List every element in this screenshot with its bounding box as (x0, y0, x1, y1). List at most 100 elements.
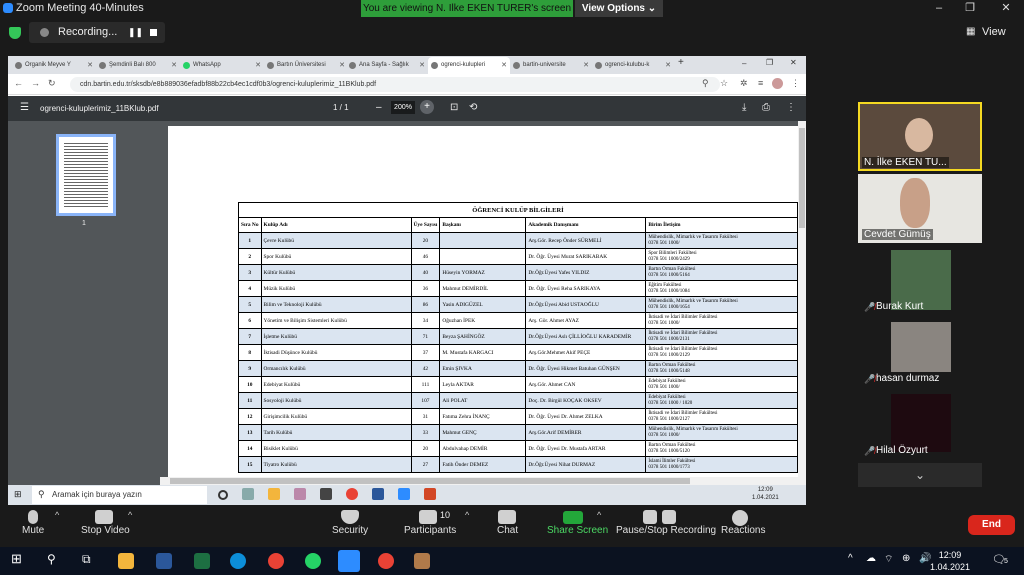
security-button[interactable]: Security (332, 525, 368, 536)
pdf-menu-icon[interactable]: ☰ (20, 102, 29, 113)
browser-tab[interactable]: Organik Meyve Y ✕ (12, 57, 96, 74)
pdf-page-indicator[interactable]: 1 / 1 (333, 103, 349, 112)
pause-stop-recording-button[interactable]: Pause/Stop Recording (616, 525, 716, 536)
language-icon[interactable]: ⊕ (902, 553, 910, 564)
close-button[interactable]: ✕ (992, 0, 1020, 17)
start-icon[interactable]: ⊞ (14, 489, 22, 500)
tab-close-icon[interactable]: ✕ (339, 57, 345, 74)
stop-icon[interactable] (662, 510, 676, 524)
rotate-icon[interactable]: ⟲ (469, 102, 477, 113)
file-explorer-icon[interactable] (118, 553, 134, 569)
whatsapp-icon[interactable] (305, 553, 321, 569)
browser-tab-active[interactable]: ogrenci-kulupleri ✕ (428, 57, 510, 74)
browser-tab[interactable]: Şemdinli Balı 800 ✕ (96, 57, 180, 74)
task-view-icon[interactable] (242, 488, 254, 500)
new-tab-button[interactable]: + (678, 57, 684, 68)
mute-button[interactable]: Mute (22, 525, 44, 536)
edge-icon[interactable] (230, 553, 246, 569)
browser-tab[interactable]: ogrenci-kulubu-k ✕ (592, 57, 674, 74)
pdf-more-icon[interactable]: ⋮ (786, 102, 796, 113)
stop-recording-icon[interactable] (150, 29, 157, 36)
cortana-icon[interactable] (218, 490, 228, 500)
share-options-caret-icon[interactable]: ^ (597, 510, 601, 520)
system-clock[interactable]: 12:09 1.04.2021 (930, 549, 970, 573)
zoom-app-icon[interactable] (398, 488, 410, 500)
word-icon[interactable] (372, 488, 384, 500)
app-icon[interactable] (294, 488, 306, 500)
participants-button[interactable]: Participants (404, 525, 456, 536)
tab-close-icon[interactable]: ✕ (583, 57, 589, 74)
browser-tab[interactable]: Bartın Üniversitesi ✕ (264, 57, 348, 74)
horizontal-scroll-thumb[interactable] (170, 478, 690, 484)
share-screen-button[interactable]: Share Screen (547, 525, 608, 536)
view-button[interactable]: View (982, 26, 1006, 38)
more-participants-button[interactable]: ⌄ (858, 463, 982, 487)
forward-icon[interactable]: → (31, 78, 40, 88)
end-meeting-button[interactable]: End (968, 515, 1015, 535)
store-icon[interactable] (320, 488, 332, 500)
calculator-icon[interactable] (194, 553, 210, 569)
stop-video-button[interactable]: Stop Video (81, 525, 130, 536)
reactions-button[interactable]: Reactions (721, 525, 765, 536)
word-icon[interactable] (156, 553, 172, 569)
browser-close-icon[interactable]: ✕ (790, 58, 797, 67)
taskbar-search[interactable]: Aramak için buraya yazın (32, 486, 207, 504)
zoom-lens-icon[interactable]: ⚲ (702, 78, 709, 89)
table-cell: M. Mustafa KARGACI (439, 344, 527, 361)
restore-button[interactable]: ❐ (956, 0, 984, 17)
browser-restore-icon[interactable]: ❐ (766, 58, 773, 67)
browser-minimize-icon[interactable]: – (742, 59, 746, 68)
tab-close-icon[interactable]: ✕ (419, 57, 425, 74)
taskbar-search-icon[interactable]: ⚲ (47, 552, 56, 566)
task-view-icon[interactable]: ⧉ (82, 552, 91, 567)
browser-tab[interactable]: bartin-universite ✕ (510, 57, 592, 74)
pdf-page-thumbnail[interactable] (56, 134, 116, 216)
back-icon[interactable]: ← (14, 78, 23, 88)
tab-close-icon[interactable]: ✕ (255, 57, 261, 74)
participants-options-caret-icon[interactable]: ^ (465, 510, 469, 520)
windows-start-icon[interactable]: ⊞ (11, 551, 22, 567)
mute-options-caret-icon[interactable]: ^ (55, 510, 59, 520)
zoom-in-icon[interactable]: + (420, 100, 434, 114)
chrome-icon[interactable] (346, 488, 358, 500)
vertical-scroll-thumb[interactable] (799, 128, 805, 228)
chrome-icon[interactable] (378, 553, 394, 569)
pause-recording-icon[interactable]: ❚❚ (128, 27, 143, 38)
reading-list-icon[interactable]: ≡ (758, 78, 763, 88)
tray-overflow-icon[interactable]: ^ (848, 553, 853, 564)
minimize-button[interactable]: – (925, 0, 953, 17)
browser-tab[interactable]: Ana Sayfa - Sağlık ✕ (346, 57, 428, 74)
print-icon[interactable]: ⎙ (762, 102, 770, 113)
tab-close-icon[interactable]: ✕ (665, 57, 671, 74)
microphone-icon[interactable] (28, 510, 38, 524)
tab-close-icon[interactable]: ✕ (501, 57, 507, 74)
bookmark-star-icon[interactable]: ☆ (720, 78, 728, 89)
app-icon[interactable] (414, 553, 430, 569)
pause-icon[interactable] (643, 510, 657, 524)
download-icon[interactable]: ⤓ (742, 102, 746, 113)
tab-close-icon[interactable]: ✕ (171, 57, 177, 74)
powerpoint-icon[interactable] (424, 488, 436, 500)
file-explorer-icon[interactable] (268, 488, 280, 500)
pdf-zoom-level[interactable]: 200% (391, 101, 415, 114)
zoom-out-icon[interactable]: – (376, 102, 382, 113)
fit-page-icon[interactable]: ⊡ (450, 102, 458, 113)
extension-icon[interactable]: ✲ (740, 78, 748, 89)
browser-menu-icon[interactable]: ⋮ (791, 78, 800, 89)
browser-tab[interactable]: WhatsApp ✕ (180, 57, 264, 74)
participants-icon[interactable] (419, 510, 437, 524)
chat-icon[interactable] (498, 510, 516, 524)
video-camera-icon[interactable] (95, 510, 113, 524)
chrome-icon[interactable] (268, 553, 284, 569)
address-bar[interactable]: cdn.bartin.edu.tr/sksdb/e8b889036efadbf8… (70, 77, 720, 92)
share-screen-icon[interactable] (563, 511, 583, 524)
video-options-caret-icon[interactable]: ^ (128, 510, 132, 520)
profile-avatar[interactable] (772, 78, 783, 89)
tab-close-icon[interactable]: ✕ (87, 57, 93, 74)
reactions-icon[interactable] (732, 510, 748, 526)
view-options-button[interactable]: View Options ⌄ (575, 0, 663, 17)
zoom-taskbar-icon[interactable] (338, 550, 360, 572)
chat-button[interactable]: Chat (497, 525, 518, 536)
reload-icon[interactable]: ↻ (48, 78, 56, 89)
wifi-icon[interactable]: ⌔ (884, 553, 893, 566)
